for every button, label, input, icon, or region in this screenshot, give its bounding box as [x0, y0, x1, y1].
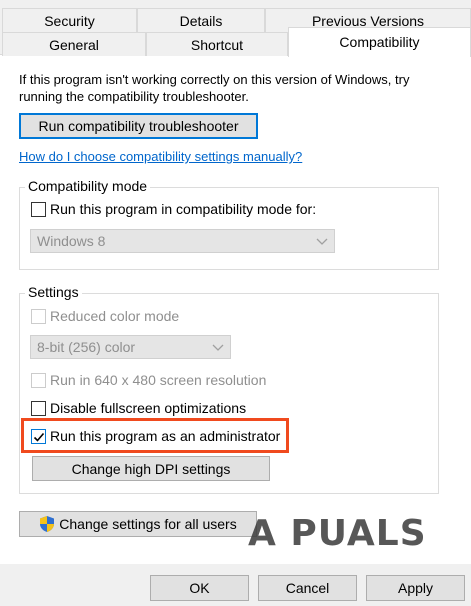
chevron-down-icon — [212, 339, 224, 355]
uac-shield-icon — [39, 515, 55, 533]
resolution-checkbox — [31, 372, 46, 388]
resolution-checkbox-row: Run in 640 x 480 screen resolution — [31, 372, 266, 388]
fullscreen-checkbox[interactable] — [31, 400, 46, 416]
color-depth-value: 8-bit (256) color — [37, 339, 136, 355]
run-troubleshooter-label: Run compatibility troubleshooter — [38, 118, 239, 134]
tab-security-label: Security — [44, 12, 95, 29]
tab-compatibility-label: Compatibility — [339, 34, 420, 50]
compatibility-mode-checkbox[interactable] — [31, 201, 46, 217]
tab-general[interactable]: General — [2, 32, 146, 56]
ok-button[interactable]: OK — [150, 575, 249, 601]
chevron-down-icon — [316, 233, 328, 249]
tab-compatibility[interactable]: Compatibility — [288, 27, 471, 57]
compatibility-mode-title: Compatibility mode — [25, 178, 151, 194]
cancel-label: Cancel — [285, 580, 330, 596]
tab-security[interactable]: Security — [2, 8, 137, 32]
tab-details[interactable]: Details — [137, 8, 265, 32]
os-version-select[interactable]: Windows 8 — [30, 229, 335, 253]
color-depth-select: 8-bit (256) color — [30, 335, 231, 359]
apply-button[interactable]: Apply — [366, 575, 465, 601]
reduced-color-checkbox-row: Reduced color mode — [31, 308, 179, 324]
run-troubleshooter-button[interactable]: Run compatibility troubleshooter — [19, 113, 258, 139]
admin-checkbox-row[interactable]: Run this program as an administrator — [31, 428, 280, 444]
tab-general-label: General — [49, 36, 99, 53]
admin-label: Run this program as an administrator — [50, 428, 281, 444]
intro-text-line1: If this program isn't working correctly … — [19, 72, 410, 87]
admin-checkbox[interactable] — [31, 428, 46, 444]
change-all-users-label: Change settings for all users — [59, 516, 237, 532]
fullscreen-label: Disable fullscreen optimizations — [50, 400, 247, 416]
change-all-users-button[interactable]: Change settings for all users — [19, 511, 257, 537]
change-dpi-label: Change high DPI settings — [71, 460, 231, 477]
fullscreen-checkbox-row[interactable]: Disable fullscreen optimizations — [31, 400, 246, 416]
reduced-color-checkbox — [31, 308, 46, 324]
watermark-text: A PUALS — [248, 512, 427, 554]
compatibility-mode-label: Run this program in compatibility mode f… — [50, 201, 317, 217]
manual-settings-link[interactable]: How do I choose compatibility settings m… — [19, 149, 302, 164]
settings-title: Settings — [25, 284, 82, 300]
os-version-value: Windows 8 — [37, 233, 106, 249]
ok-label: OK — [189, 580, 210, 596]
change-dpi-button[interactable]: Change high DPI settings — [32, 456, 270, 481]
resolution-label: Run in 640 x 480 screen resolution — [50, 372, 267, 388]
reduced-color-label: Reduced color mode — [50, 308, 180, 324]
tab-details-label: Details — [179, 12, 223, 29]
tab-shortcut-label: Shortcut — [190, 36, 244, 53]
apply-label: Apply — [397, 580, 434, 596]
tab-shortcut[interactable]: Shortcut — [146, 32, 288, 56]
intro-text-line2: running the compatibility troubleshooter… — [19, 89, 249, 104]
checkmark-icon — [33, 432, 45, 442]
cancel-button[interactable]: Cancel — [258, 575, 357, 601]
compatibility-mode-checkbox-row[interactable]: Run this program in compatibility mode f… — [31, 201, 316, 217]
appuals-watermark-logo: A PUALS — [248, 512, 427, 554]
